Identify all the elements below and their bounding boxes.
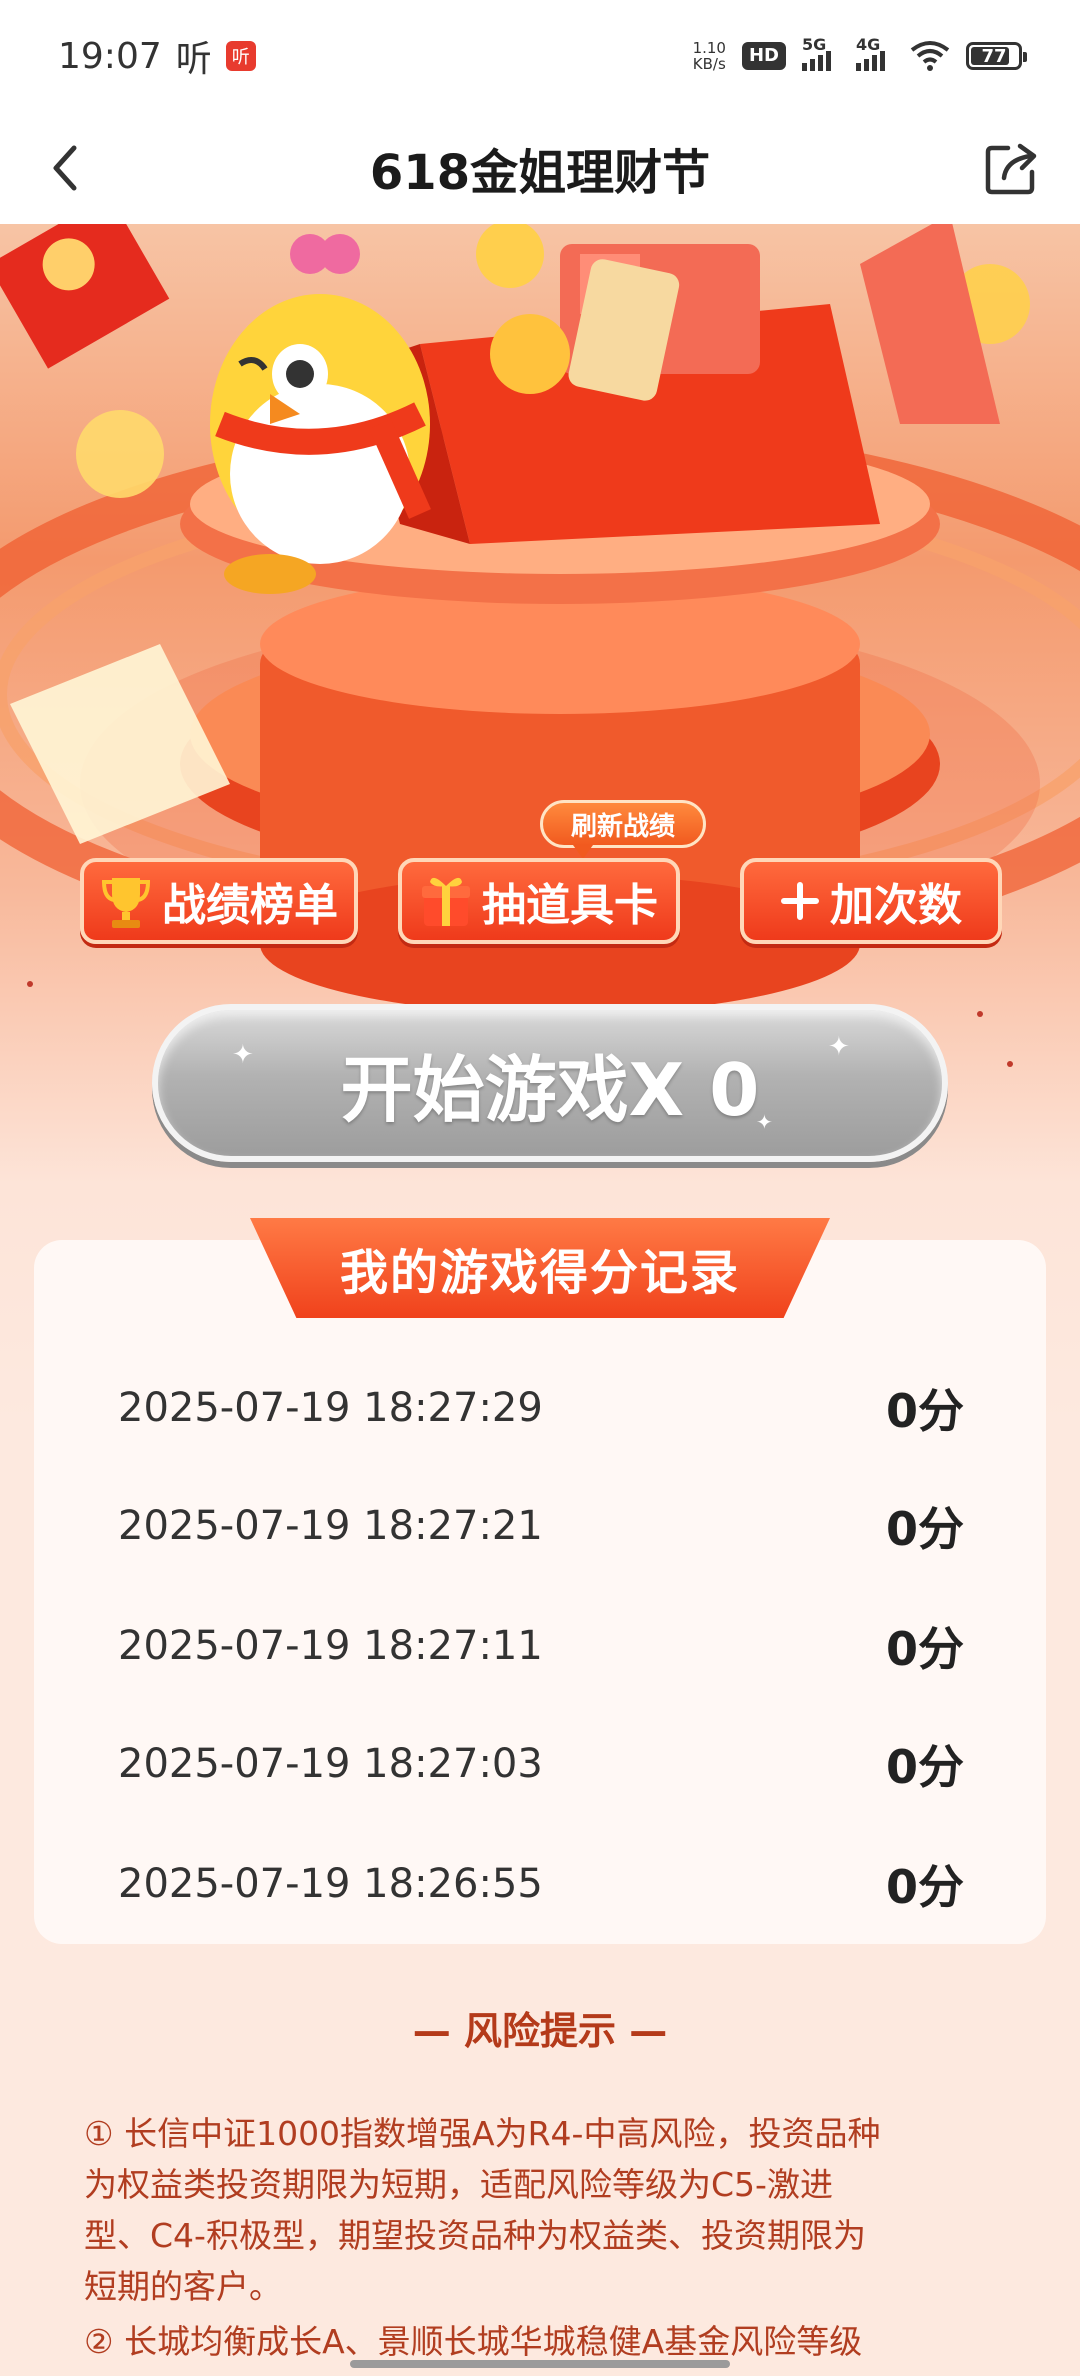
record-row: 2025-07-19 18:27:11 0分	[118, 1616, 964, 1676]
risk-text-line: 短期的客户。	[84, 2267, 282, 2306]
page-title: 618金姐理财节	[369, 145, 711, 201]
score-records-title: 我的游戏得分记录	[250, 1218, 830, 1318]
start-game-label: 开始游戏X 0	[340, 1047, 760, 1132]
leaderboard-label: 战绩榜单	[162, 880, 338, 931]
risk-text-line: ① 长信中证1000指数增强A为R4-中高风险，投资品种	[84, 2114, 881, 2153]
score-records-panel	[34, 1240, 1046, 1944]
sparkle-icon: ✦	[756, 1110, 773, 1134]
risk-text-line: 型、C4-积极型，期望投资品种为权益类、投资期限为	[84, 2216, 866, 2255]
draw-prop-card-button[interactable]: 抽道具卡	[398, 858, 680, 944]
hd-icon: HD	[741, 42, 786, 70]
network-speed-unit: KB/s	[692, 55, 726, 73]
signal-5g-label: 5G	[802, 35, 827, 54]
leaderboard-button[interactable]: 战绩榜单	[80, 858, 358, 944]
risk-text-line: 为权益类投资期限为短期，适配风险等级为C5-激进	[84, 2165, 833, 2204]
signal-5g-icon: 5G	[802, 35, 840, 71]
record-time: 2025-07-19 18:27:11	[118, 1623, 543, 1669]
add-attempts-label: 加次数	[830, 880, 962, 931]
gift-icon	[422, 877, 470, 926]
home-indicator[interactable]	[350, 2360, 730, 2368]
record-row: 2025-07-19 18:27:29 0分	[118, 1378, 964, 1438]
record-score: 0分	[885, 1384, 964, 1438]
record-row: 2025-07-19 18:27:03 0分	[118, 1734, 964, 1794]
status-time: 19:07	[58, 35, 162, 77]
app-notification-icon: 听	[225, 41, 256, 71]
sparkle-icon: ✦	[828, 1032, 850, 1062]
status-right: 1.10 KB/s HD 5G 4G 77	[693, 35, 1027, 72]
share-icon[interactable]	[980, 136, 1044, 200]
record-time: 2025-07-19 18:27:03	[118, 1741, 543, 1787]
wifi-icon	[910, 41, 950, 71]
record-score: 0分	[885, 1740, 964, 1794]
record-time: 2025-07-19 18:26:55	[118, 1861, 543, 1907]
sparkle-icon: ✦	[232, 1040, 254, 1070]
signal-4g-icon: 4G	[856, 35, 894, 71]
add-attempts-button[interactable]: 加次数	[740, 858, 1002, 944]
record-time: 2025-07-19 18:27:21	[118, 1503, 543, 1549]
network-speed-value: 1.10	[692, 39, 726, 57]
record-row: 2025-07-19 18:26:55 0分	[118, 1854, 964, 1914]
battery-icon: 77	[966, 42, 1027, 70]
nav-bar: 618金姐理财节	[0, 112, 1080, 224]
network-speed: 1.10 KB/s	[693, 40, 726, 72]
listen-label: 听	[175, 39, 212, 80]
back-icon[interactable]	[38, 138, 94, 198]
start-game-button[interactable]: 开始游戏X 0	[152, 1004, 948, 1162]
signal-4g-label: 4G	[856, 35, 881, 54]
record-score: 0分	[885, 1502, 964, 1556]
record-score: 0分	[885, 1860, 964, 1914]
plus-icon	[781, 882, 819, 920]
status-bar: 19:07 听 听 1.10 KB/s HD 5G 4G 77	[0, 0, 1080, 112]
draw-prop-card-label: 抽道具卡	[482, 880, 658, 931]
risk-warning-title: — 风险提示 —	[412, 2009, 668, 2053]
record-score: 0分	[885, 1622, 964, 1676]
status-left: 19:07 听 听	[58, 30, 256, 82]
record-time: 2025-07-19 18:27:29	[118, 1385, 543, 1431]
battery-level: 77	[981, 45, 1007, 67]
refresh-record-tag[interactable]: 刷新战绩	[540, 800, 706, 859]
trophy-icon	[101, 878, 151, 928]
record-row: 2025-07-19 18:27:21 0分	[118, 1496, 964, 1556]
